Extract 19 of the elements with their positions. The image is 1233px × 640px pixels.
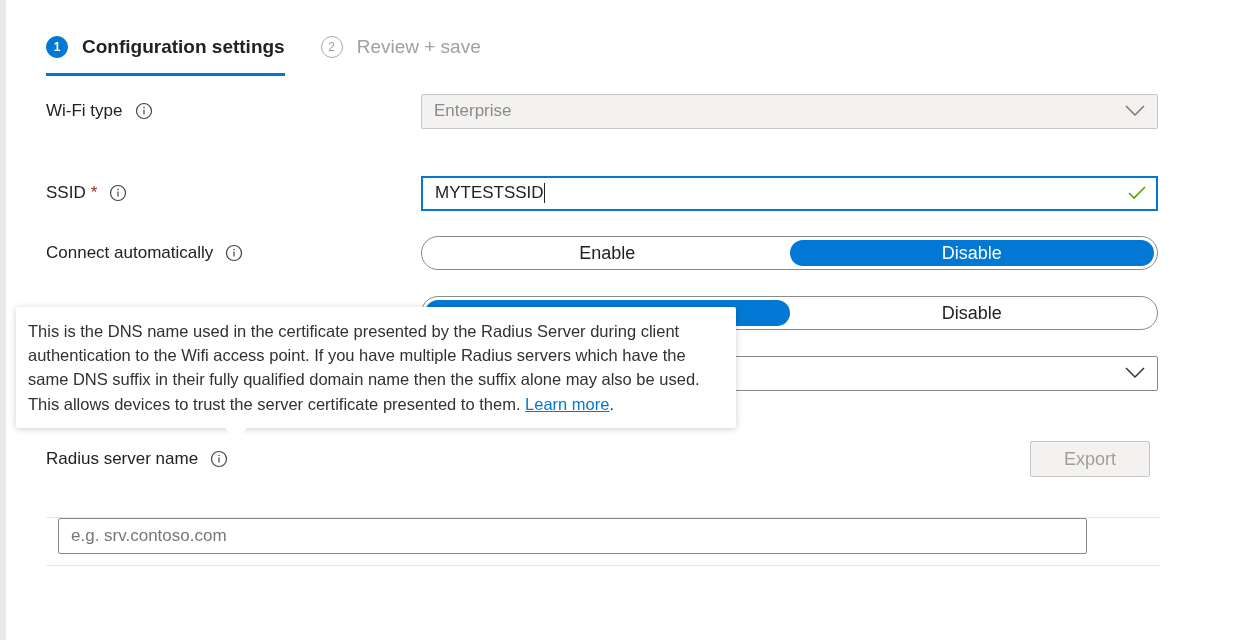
field-label: SSID <box>46 183 86 203</box>
field-label: Connect automatically <box>46 243 214 263</box>
server-name-input[interactable]: e.g. srv.contoso.com <box>58 518 1087 554</box>
wizard-step[interactable]: 2 Review + save <box>320 30 481 76</box>
wizard-step[interactable]: 1 Configuration settings <box>46 30 285 76</box>
chevron-down-icon <box>1125 367 1145 379</box>
required-mark: * <box>90 183 98 203</box>
field-label: Radius server name <box>46 449 199 469</box>
ssid-input-field[interactable]: MYTESTSSID <box>421 175 1158 211</box>
toggle-option[interactable]: Disable <box>789 240 1154 266</box>
info-icon[interactable] <box>225 244 244 262</box>
info-icon[interactable] <box>109 184 128 202</box>
field-label: Wi-Fi type <box>46 101 123 121</box>
info-icon[interactable] <box>210 450 229 468</box>
chevron-down-icon <box>1125 105 1145 117</box>
learn-more-link[interactable]: Learn more <box>525 394 610 413</box>
toggle-option[interactable]: Enable <box>425 240 790 266</box>
tooltip-text: This is the DNS name used in the certificate presented by the Radius Server during client authentication to the Wifi access point. If you have multiple Radius servers which have the same DNS suffix in their fully qualified domain name then the suffix alone may also be used. This allows devices to trust the server certificate presented to them. Learn more. <box>28 321 701 415</box>
toggle-option[interactable]: Disable <box>789 300 1154 326</box>
